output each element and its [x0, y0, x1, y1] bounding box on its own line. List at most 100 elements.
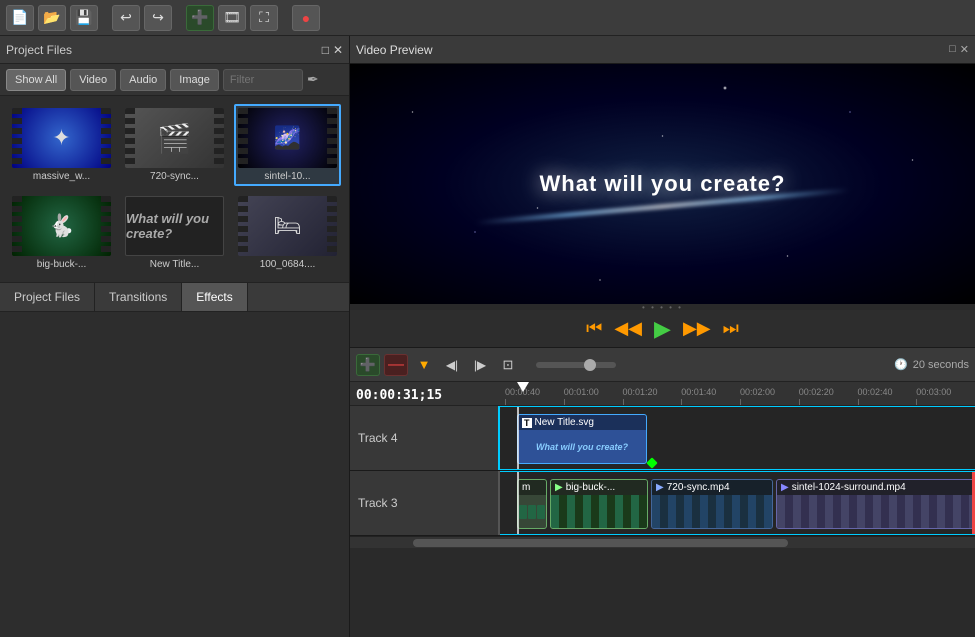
clip-title: ▶ 720-sync.mp4: [652, 480, 772, 495]
remove-track-button[interactable]: —: [384, 354, 408, 376]
clip-body: [551, 495, 647, 528]
playhead-line: [517, 472, 519, 534]
vp-header-icons: □ ✕: [949, 43, 969, 56]
clip-body: [777, 495, 975, 528]
clip[interactable]: T New Title.svg What will you create?: [517, 414, 647, 464]
track-label: Track 4: [350, 406, 500, 470]
add-track-button[interactable]: ➕: [356, 354, 380, 376]
track-label: Track 3: [350, 471, 500, 535]
undo-button[interactable]: ↩: [112, 5, 140, 31]
clock-icon: 🕐: [894, 359, 908, 371]
zoom-handle[interactable]: [584, 359, 596, 371]
clip-body: [652, 495, 772, 528]
media-thumbnail: 🌌: [238, 108, 337, 168]
filter-input[interactable]: [223, 69, 303, 91]
video-filter-button[interactable]: Video: [70, 69, 116, 91]
audio-filter-button[interactable]: Audio: [120, 69, 166, 91]
media-item[interactable]: 🛏 100_0684....: [234, 192, 341, 274]
clip[interactable]: ▶ 720-sync.mp4: [651, 479, 773, 529]
save-button[interactable]: 💾: [70, 5, 98, 31]
horizontal-scrollbar[interactable]: [350, 536, 975, 548]
video-preview-header: Video Preview □ ✕: [350, 36, 975, 64]
media-item[interactable]: 🐇 big-buck-...: [8, 192, 115, 274]
left-panel: Project Files □ ✕ Show All Video Audio I…: [0, 36, 350, 637]
media-thumbnail: ✦: [12, 108, 111, 168]
zoom-slider[interactable]: [536, 362, 616, 368]
image-filter-button[interactable]: Image: [170, 69, 219, 91]
scrollbar-thumb[interactable]: [413, 539, 788, 547]
playhead-line: [517, 407, 519, 469]
timeline-toolbar: ➕ — ▼ ◀| |▶ ⊡ 🕐 20 seconds: [350, 348, 975, 382]
record-button[interactable]: ●: [292, 5, 320, 31]
media-item[interactable]: ✦ massive_w...: [8, 104, 115, 186]
fullscreen-button[interactable]: ⛶: [250, 5, 278, 31]
clip-title: T New Title.svg: [518, 415, 646, 430]
media-label: 720-sync...: [125, 171, 224, 182]
ruler-mark: 00:01:40: [681, 387, 740, 405]
clip[interactable]: ▶ big-buck-...: [550, 479, 648, 529]
media-thumbnail: What will you create?: [125, 196, 224, 256]
vp-maximize-icon[interactable]: □: [949, 43, 956, 56]
new-button[interactable]: 📄: [6, 5, 34, 31]
right-panel: Video Preview □ ✕ What will you create? …: [350, 36, 975, 637]
go-to-end-button[interactable]: ⏭: [723, 318, 739, 339]
ruler-marks: 00:00:40 00:01:00 00:01:20 00:01:40 00:0…: [505, 387, 975, 405]
play-button[interactable]: ▶: [654, 316, 671, 342]
vp-close-icon[interactable]: ✕: [960, 43, 969, 56]
ruler-mark: 00:02:00: [740, 387, 799, 405]
media-item[interactable]: 🌌 sintel-10...: [234, 104, 341, 186]
media-label: sintel-10...: [238, 171, 337, 182]
filter-button[interactable]: ▼: [412, 354, 436, 376]
add-button[interactable]: ➕: [186, 5, 214, 31]
track-row: Track 3 m: [350, 471, 975, 536]
fast-forward-button[interactable]: ▶▶: [683, 318, 711, 339]
prev-keyframe-button[interactable]: ◀|: [440, 354, 464, 376]
maximize-icon[interactable]: □: [322, 43, 329, 57]
zoom-control: [532, 362, 616, 368]
track-row: Track 4 T New Title.svg What will: [350, 406, 975, 471]
ruler-mark: 00:01:20: [623, 387, 682, 405]
media-item[interactable]: 🎬 720-sync...: [121, 104, 228, 186]
project-files-header: Project Files □ ✕: [0, 36, 349, 64]
media-thumbnail: 🛏: [238, 196, 337, 256]
next-keyframe-button[interactable]: |▶: [468, 354, 492, 376]
media-item[interactable]: What will you create? New Title...: [121, 192, 228, 274]
clip-title: ▶ sintel-1024-surround.mp4: [777, 480, 975, 495]
video-preview-title: Video Preview: [356, 43, 433, 57]
filter-bar: Show All Video Audio Image ✒: [0, 64, 349, 96]
playback-controls: ⏮ ◀◀ ▶ ▶▶ ⏭: [350, 310, 975, 348]
redo-button[interactable]: ↪: [144, 5, 172, 31]
playhead-marker: [517, 382, 529, 392]
media-label: 100_0684....: [238, 259, 337, 270]
media-grid: ✦ massive_w... 🎬 720-sync... 🌌 sintel-10…: [0, 96, 349, 282]
go-to-start-button[interactable]: ⏮: [586, 318, 602, 339]
media-thumbnail: 🐇: [12, 196, 111, 256]
snap-button[interactable]: ⊡: [496, 354, 520, 376]
clip[interactable]: ▶ sintel-1024-surround.mp4: [776, 479, 975, 529]
media-label: New Title...: [125, 259, 224, 270]
open-button[interactable]: 📂: [38, 5, 66, 31]
clip-title: ▶ big-buck-...: [551, 480, 647, 495]
show-all-button[interactable]: Show All: [6, 69, 66, 91]
bottom-tabs: Project Files Transitions Effects: [0, 282, 349, 312]
tab-effects[interactable]: Effects: [182, 283, 247, 311]
toolbar: 📄 📂 💾 ↩ ↪ ➕ 🎞 ⛶ ●: [0, 0, 975, 36]
clip-body: [518, 495, 546, 528]
export-button[interactable]: 🎞: [218, 5, 246, 31]
ruler-mark: 00:02:40: [858, 387, 917, 405]
close-icon[interactable]: ✕: [333, 43, 343, 57]
zoom-level: 🕐 20 seconds: [894, 358, 969, 371]
project-files-title: Project Files: [6, 43, 72, 57]
media-label: massive_w...: [12, 171, 111, 182]
filter-clear-icon[interactable]: ✒: [307, 71, 319, 88]
timecode-display: 00:00:31;15: [356, 388, 442, 403]
tab-transitions[interactable]: Transitions: [95, 283, 182, 311]
keyframe-marker: [646, 457, 657, 468]
video-preview: What will you create?: [350, 64, 975, 304]
tab-project-files[interactable]: Project Files: [0, 283, 95, 311]
clip-body: What will you create?: [518, 430, 646, 463]
track-content[interactable]: m: [500, 471, 975, 535]
track-content[interactable]: T New Title.svg What will you create?: [500, 406, 975, 470]
rewind-button[interactable]: ◀◀: [614, 318, 642, 339]
clip[interactable]: m: [517, 479, 547, 529]
